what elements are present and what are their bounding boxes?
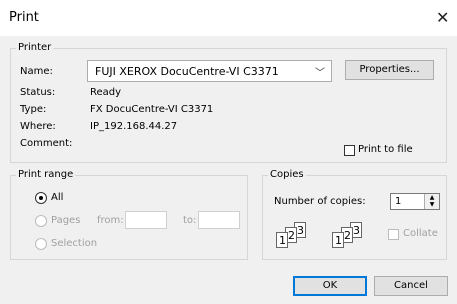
print-to-file-label: Print to file (358, 144, 413, 155)
collate-pages-icon: 3 2 1 (276, 222, 316, 252)
printer-name-value: FUJI XEROX DocuCentre-VI C3371 (95, 65, 279, 78)
page-1: 1 (332, 232, 344, 248)
all-radio[interactable] (35, 192, 47, 204)
type-value: FX DocuCentre-VI C3371 (90, 104, 214, 115)
page-1: 1 (276, 232, 288, 248)
radio-selected-dot (39, 196, 43, 200)
type-label: Type: (20, 104, 47, 115)
copies-stepper[interactable]: 1 ▲ ▼ (390, 193, 440, 210)
where-value: IP_192.168.44.27 (90, 121, 178, 132)
chevron-down-icon: ﹀ (315, 68, 325, 79)
copies-group-label: Copies (268, 169, 306, 180)
title-bar (0, 0, 457, 36)
properties-button[interactable]: Properties... (345, 60, 434, 80)
status-label: Status: (20, 87, 56, 98)
selection-label: Selection (51, 238, 98, 249)
collate-pages-icon: 3 2 1 (332, 222, 372, 252)
selection-radio[interactable] (35, 238, 47, 250)
stepper-arrows-icon[interactable]: ▲ ▼ (424, 194, 439, 209)
printer-name-select[interactable]: FUJI XEROX DocuCentre-VI C3371 ﹀ (87, 60, 332, 82)
to-input[interactable] (198, 211, 240, 229)
comment-label: Comment: (20, 138, 73, 149)
pages-label: Pages (51, 215, 81, 226)
cancel-button[interactable]: Cancel (374, 276, 448, 296)
where-label: Where: (20, 121, 56, 132)
ok-button[interactable]: OK (293, 276, 367, 296)
name-label: Name: (20, 66, 53, 77)
number-of-copies-label: Number of copies: (274, 196, 366, 207)
printer-group-label: Printer (16, 42, 54, 53)
to-label: to: (183, 215, 197, 226)
collate-checkbox[interactable] (388, 229, 399, 240)
all-label: All (51, 192, 64, 203)
print-to-file-checkbox[interactable] (344, 145, 355, 156)
pages-radio[interactable] (35, 215, 47, 227)
from-label: from: (97, 215, 124, 226)
from-input[interactable] (125, 211, 167, 229)
copies-value: 1 (395, 196, 402, 207)
status-value: Ready (90, 87, 122, 98)
print-range-group-label: Print range (16, 169, 76, 180)
collate-label: Collate (403, 228, 438, 239)
close-icon[interactable]: ✕ (436, 8, 449, 27)
dialog-title: Print (9, 10, 39, 25)
